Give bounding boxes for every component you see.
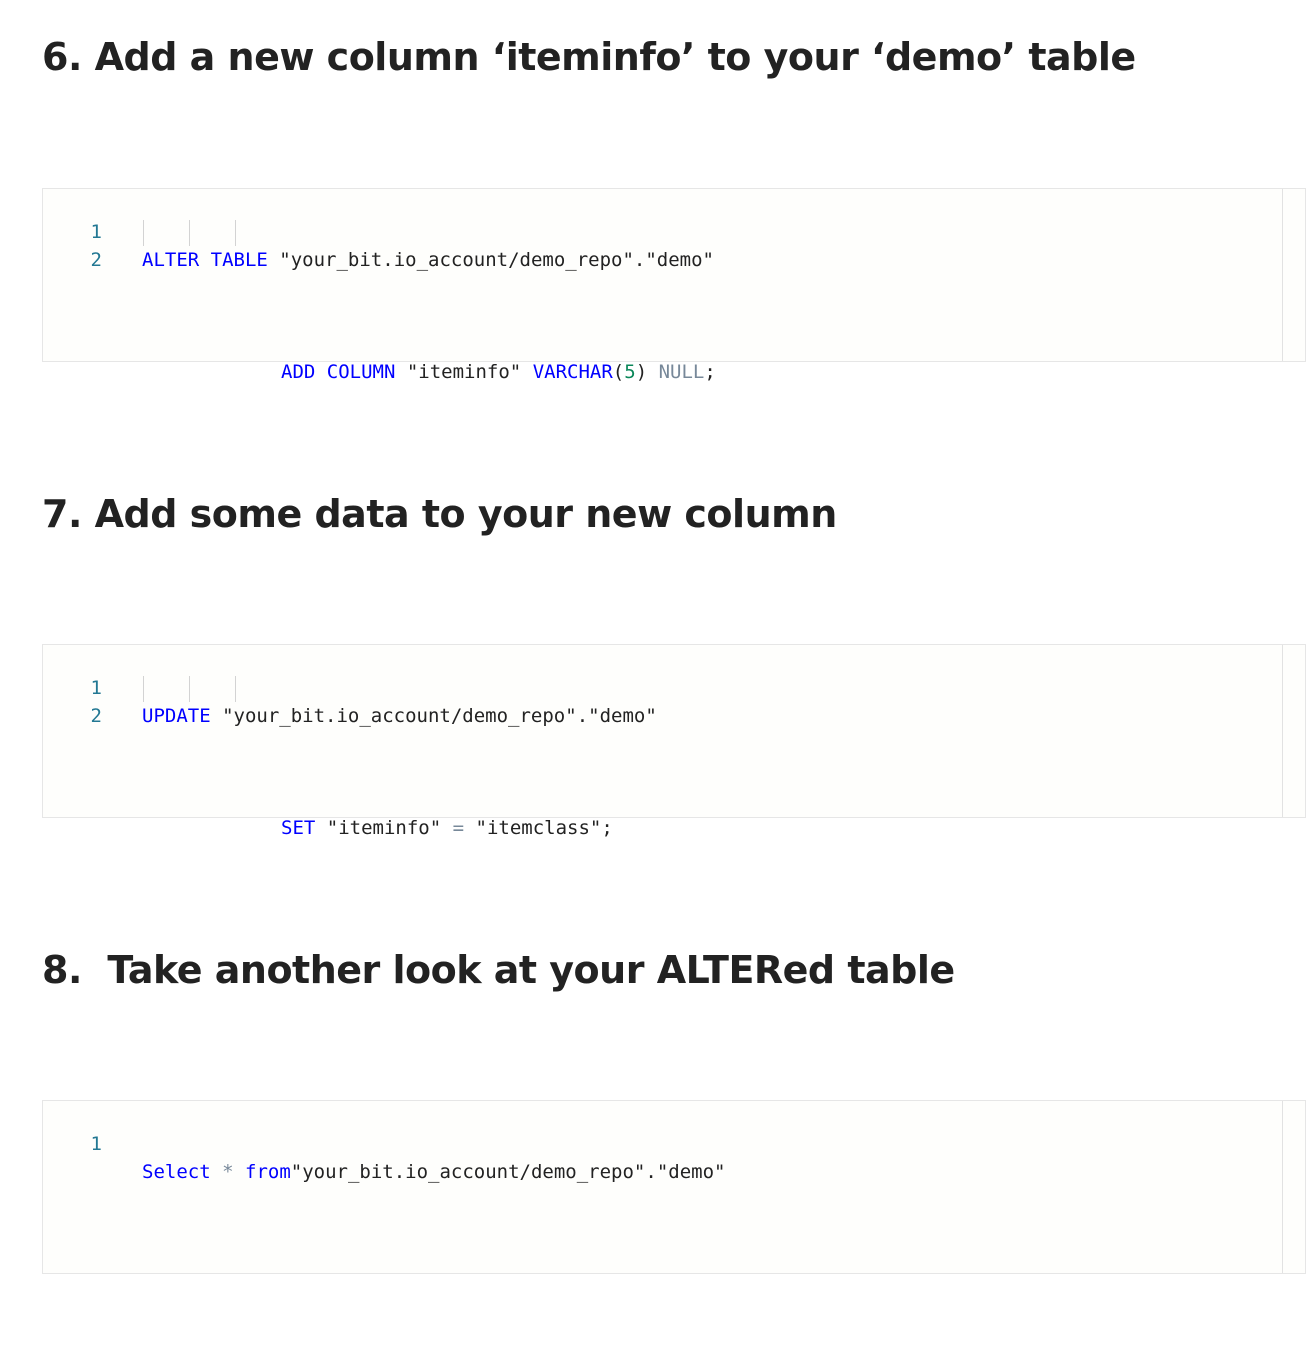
code-line: 2 SET "iteminfo" = "itemclass"; bbox=[43, 674, 1273, 839]
section-heading-6: 6. Add a new column ‘iteminfo’ to your ‘… bbox=[42, 35, 1136, 79]
indent-guide bbox=[235, 676, 236, 702]
indent-guide bbox=[189, 220, 190, 246]
code-text[interactable]: UPDATE "your_bit.io_account/demo_repo"."… bbox=[142, 702, 657, 730]
code-token-kw: ADD bbox=[281, 361, 316, 383]
code-token-pl: ( bbox=[612, 361, 625, 383]
code-token-pl: ; bbox=[704, 361, 716, 383]
code-token-op: * bbox=[222, 1161, 234, 1183]
code-editor-select[interactable]: 1 Select * from"your_bit.io_account/demo… bbox=[42, 1100, 1306, 1274]
code-token-op: = bbox=[452, 817, 465, 839]
code-line: 1 UPDATE "your_bit.io_account/demo_repo"… bbox=[43, 646, 1273, 727]
code-token-str: "your_bit.io_account/demo_repo"."demo" bbox=[210, 705, 657, 727]
code-token-nul: NULL bbox=[658, 361, 705, 383]
section-heading-7: 7. Add some data to your new column bbox=[42, 492, 837, 536]
code-token-kw: SET bbox=[281, 817, 316, 839]
code-token-kw: ALTER bbox=[142, 249, 200, 271]
code-token-kw: VARCHAR bbox=[532, 361, 613, 383]
code-text[interactable]: ADD COLUMN "iteminfo" VARCHAR(5) NULL; bbox=[281, 358, 716, 386]
code-editor-update[interactable]: 1 UPDATE "your_bit.io_account/demo_repo"… bbox=[42, 644, 1306, 839]
code-token-kw: from bbox=[245, 1161, 291, 1183]
code-token-str: "your_bit.io_account/demo_repo"."demo" bbox=[267, 249, 714, 271]
code-token-kw: COLUMN bbox=[326, 361, 396, 383]
code-token-str: "itemclass"; bbox=[464, 817, 613, 839]
code-text[interactable]: SET "iteminfo" = "itemclass"; bbox=[281, 814, 613, 842]
code-text[interactable]: Select * from"your_bit.io_account/demo_r… bbox=[142, 1158, 725, 1186]
code-token-str: "your_bit.io_account/demo_repo"."demo" bbox=[290, 1161, 726, 1183]
code-token-str: "iteminfo" bbox=[395, 361, 533, 383]
code-line: 2 ADD COLUMN "iteminfo" VARCHAR(5) NULL; bbox=[43, 218, 1273, 383]
code-line: 1 Select * from"your_bit.io_account/demo… bbox=[43, 1102, 1273, 1183]
code-token-pl: ) bbox=[635, 361, 659, 383]
code-token-kw: TABLE bbox=[210, 249, 268, 271]
line-number: 2 bbox=[90, 705, 102, 727]
indent-guide bbox=[143, 676, 144, 702]
code-token-kw: Select bbox=[142, 1161, 211, 1183]
code-token-num: 5 bbox=[624, 361, 636, 383]
line-number: 1 bbox=[90, 1133, 102, 1155]
code-line: 1 ALTER TABLE "your_bit.io_account/demo_… bbox=[43, 190, 1273, 271]
indent-guide bbox=[235, 220, 236, 246]
code-text[interactable]: ALTER TABLE "your_bit.io_account/demo_re… bbox=[142, 246, 714, 274]
indent-guide bbox=[143, 220, 144, 246]
section-heading-8: 8. Take another look at your ALTERed tab… bbox=[42, 948, 955, 992]
vertical-scrollbar[interactable] bbox=[1282, 1101, 1305, 1273]
vertical-scrollbar[interactable] bbox=[1282, 645, 1305, 817]
line-number: 2 bbox=[90, 249, 102, 271]
code-editor-alter[interactable]: 1 ALTER TABLE "your_bit.io_account/demo_… bbox=[42, 188, 1306, 383]
code-token-str: "iteminfo" bbox=[315, 817, 453, 839]
code-token-kw: UPDATE bbox=[142, 705, 211, 727]
vertical-scrollbar[interactable] bbox=[1282, 189, 1305, 361]
indent-guide bbox=[189, 676, 190, 702]
